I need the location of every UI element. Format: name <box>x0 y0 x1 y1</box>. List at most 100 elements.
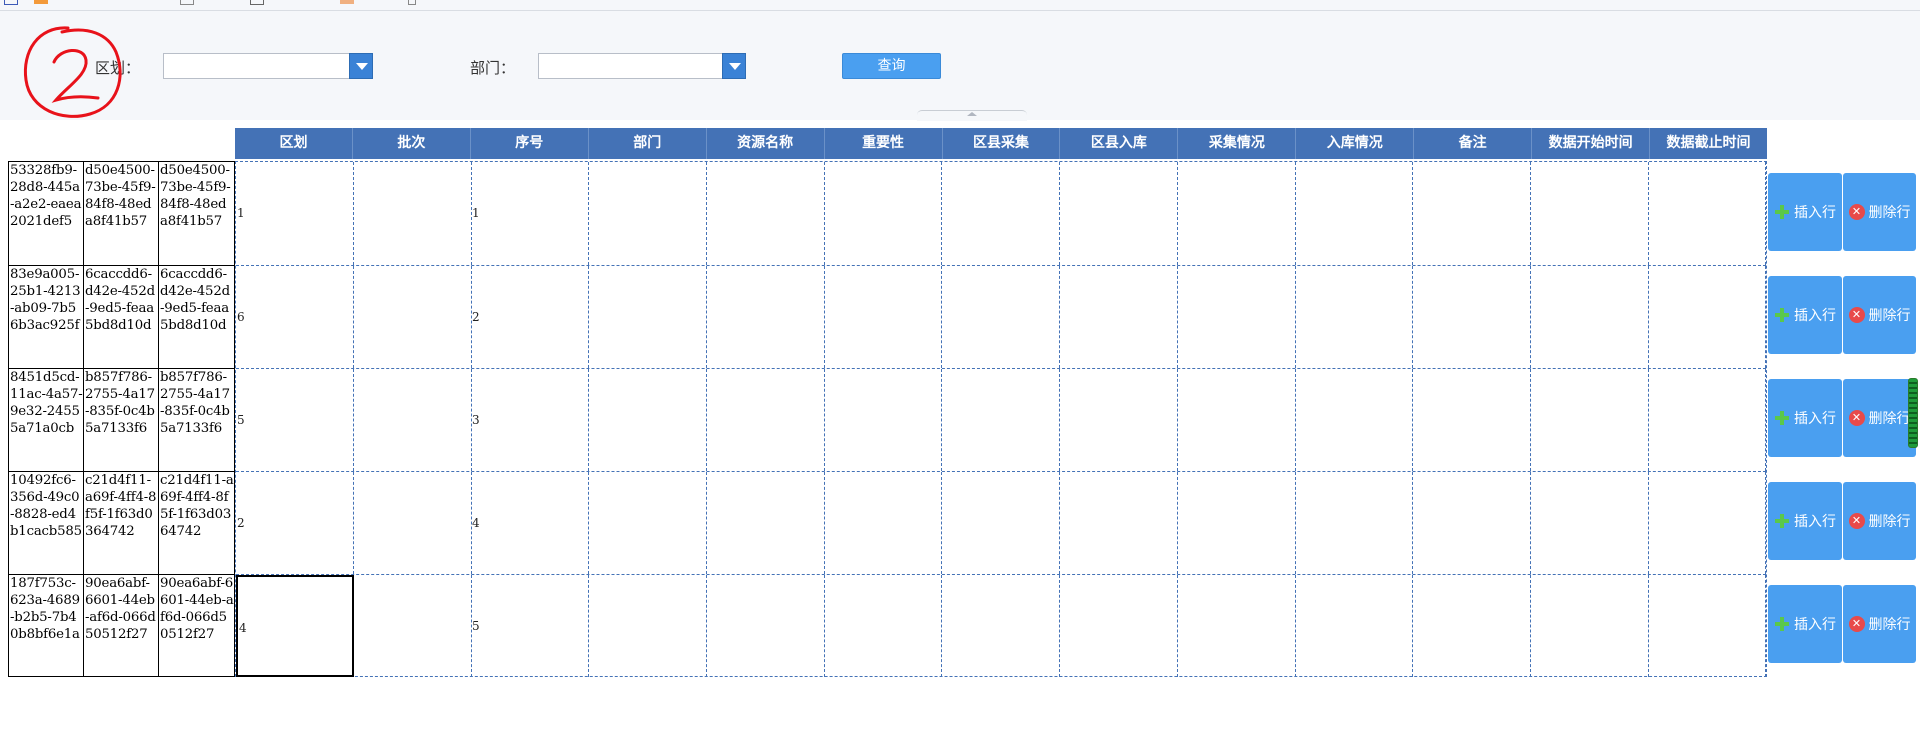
toolbar-icon-6[interactable] <box>408 0 416 5</box>
toolbar-icon-2[interactable] <box>34 0 48 4</box>
table-cell[interactable] <box>1531 369 1649 471</box>
delete-row-button[interactable]: ✕ 删除行 <box>1843 379 1916 457</box>
table-cell[interactable] <box>1413 266 1531 368</box>
table-cell[interactable] <box>824 369 942 471</box>
table-cell[interactable] <box>354 266 472 368</box>
table-cell[interactable] <box>824 162 942 265</box>
delete-row-button[interactable]: ✕ 删除行 <box>1843 585 1916 663</box>
table-cell[interactable] <box>942 575 1060 677</box>
table-cell[interactable] <box>1178 266 1296 368</box>
column-header: 区县采集 <box>943 128 1061 159</box>
table-cell[interactable] <box>1648 472 1766 574</box>
toolbar-icon-1[interactable] <box>4 0 18 5</box>
cell-value: 3 <box>472 413 480 427</box>
table-cell[interactable] <box>707 266 825 368</box>
table-cell[interactable] <box>589 266 707 368</box>
table-cell[interactable] <box>824 472 942 574</box>
table-cell[interactable] <box>1295 472 1413 574</box>
table-cell[interactable] <box>1295 575 1413 677</box>
insert-row-button[interactable]: 插入行 <box>1768 379 1842 457</box>
table-cell[interactable] <box>1295 162 1413 265</box>
table-cell[interactable] <box>1648 575 1766 677</box>
table-cell[interactable] <box>942 266 1060 368</box>
id-cell: 187f753c-623a-4689-b2b5-7b40b8bf6e1a <box>9 575 84 677</box>
toolbar-icon-4[interactable] <box>250 0 264 5</box>
table-cell[interactable] <box>1648 162 1766 265</box>
table-cell[interactable] <box>354 472 472 574</box>
table-cell[interactable] <box>1531 162 1649 265</box>
table-cell[interactable] <box>1413 162 1531 265</box>
table-cell[interactable]: 2 <box>471 266 589 368</box>
district-select[interactable] <box>163 53 373 79</box>
table-cell[interactable] <box>824 266 942 368</box>
column-header: 重要性 <box>825 128 943 159</box>
table-cell[interactable] <box>354 369 472 471</box>
table-cell[interactable] <box>1531 472 1649 574</box>
column-header: 部门 <box>589 128 707 159</box>
table-cell[interactable] <box>1060 575 1178 677</box>
table-cell[interactable] <box>1178 472 1296 574</box>
table-cell[interactable] <box>1060 472 1178 574</box>
table-cell[interactable] <box>707 575 825 677</box>
id-cell: 83e9a005-25b1-4213-ab09-7b56b3ac925f <box>9 266 84 368</box>
table-cell[interactable]: 4 <box>236 575 354 677</box>
table-cell[interactable] <box>1648 266 1766 368</box>
id-cell: d50e4500-73be-45f9-84f8-48eda8f41b57 <box>160 163 231 229</box>
dept-select[interactable] <box>538 53 746 79</box>
toolbar-icon-5[interactable] <box>340 0 354 4</box>
delete-row-button[interactable]: ✕ 删除行 <box>1843 482 1916 560</box>
query-button[interactable]: 查询 <box>842 53 941 79</box>
insert-row-button[interactable]: 插入行 <box>1768 585 1842 663</box>
table-cell[interactable]: 4 <box>471 472 589 574</box>
table-cell[interactable]: 6 <box>236 266 354 368</box>
table-cell[interactable]: 1 <box>471 162 589 265</box>
table-cell[interactable] <box>707 162 825 265</box>
table-cell[interactable] <box>707 369 825 471</box>
table-cell[interactable] <box>942 162 1060 265</box>
column-header: 入库情况 <box>1296 128 1415 159</box>
table-cell[interactable]: 5 <box>236 369 354 471</box>
insert-row-label: 插入行 <box>1794 617 1836 633</box>
table-cell[interactable] <box>354 162 472 265</box>
table-cell[interactable] <box>1413 472 1531 574</box>
table-cell[interactable]: 2 <box>236 472 354 574</box>
table-cell[interactable] <box>824 575 942 677</box>
table-cell[interactable] <box>589 369 707 471</box>
table-cell[interactable]: 3 <box>471 369 589 471</box>
data-grid: 1162532445 <box>235 161 1767 677</box>
scrollbar-thumb[interactable] <box>1908 378 1918 448</box>
insert-row-button[interactable]: 插入行 <box>1768 482 1842 560</box>
table-cell[interactable] <box>589 162 707 265</box>
toolbar-icon-3[interactable] <box>180 0 194 5</box>
table-cell[interactable] <box>1531 575 1649 677</box>
delete-row-button[interactable]: ✕ 删除行 <box>1843 276 1916 354</box>
table-cell[interactable] <box>1295 266 1413 368</box>
table-cell[interactable] <box>1178 162 1296 265</box>
delete-row-button[interactable]: ✕ 删除行 <box>1843 173 1916 251</box>
chevron-down-icon[interactable] <box>722 53 746 79</box>
table-cell[interactable]: 5 <box>471 575 589 677</box>
table-cell[interactable] <box>1060 162 1178 265</box>
table-cell[interactable] <box>942 369 1060 471</box>
table-cell[interactable] <box>1295 369 1413 471</box>
table-cell[interactable] <box>1060 266 1178 368</box>
table-cell[interactable] <box>1178 369 1296 471</box>
delete-row-label: 删除行 <box>1868 514 1911 530</box>
cell-value: 5 <box>237 413 245 427</box>
insert-row-button[interactable]: 插入行 <box>1768 276 1842 354</box>
collapse-toggle[interactable] <box>917 110 1027 121</box>
table-cell[interactable] <box>1413 575 1531 677</box>
table-cell[interactable]: 1 <box>236 162 354 265</box>
table-cell[interactable] <box>589 472 707 574</box>
chevron-down-icon[interactable] <box>349 53 373 79</box>
table-cell[interactable] <box>1178 575 1296 677</box>
table-cell[interactable] <box>1648 369 1766 471</box>
insert-row-button[interactable]: 插入行 <box>1768 173 1842 251</box>
table-cell[interactable] <box>942 472 1060 574</box>
table-cell[interactable] <box>1060 369 1178 471</box>
table-cell[interactable] <box>1413 369 1531 471</box>
table-cell[interactable] <box>589 575 707 677</box>
table-cell[interactable] <box>707 472 825 574</box>
table-cell[interactable] <box>354 575 472 677</box>
table-cell[interactable] <box>1531 266 1649 368</box>
